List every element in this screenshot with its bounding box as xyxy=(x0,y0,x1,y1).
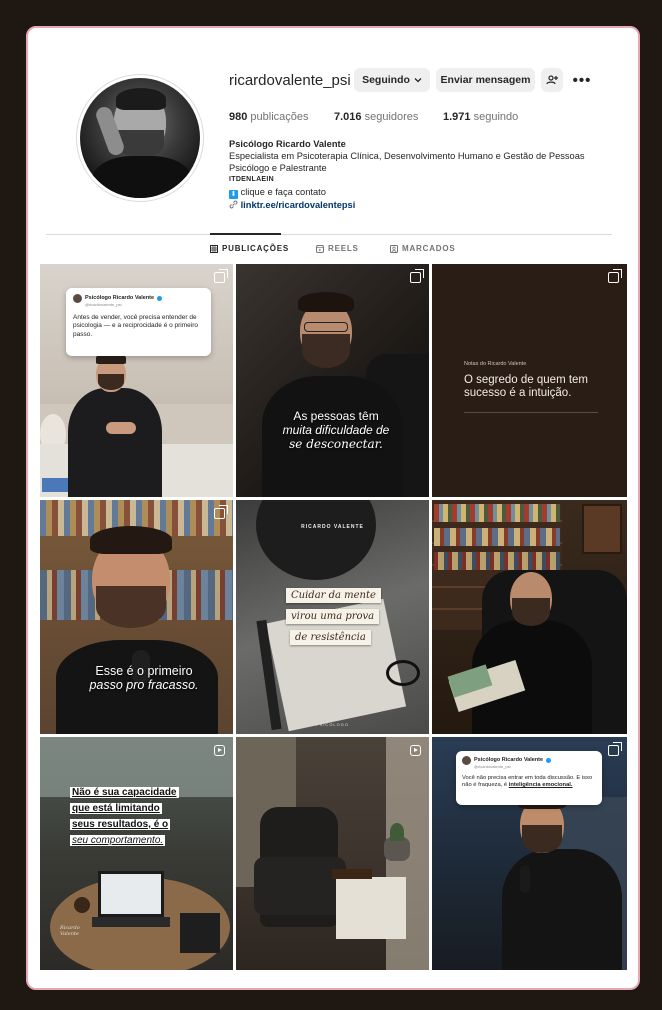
caption-line-3: se desconectar. xyxy=(289,437,383,451)
post-tile[interactable]: Psicólogo Ricardo Valente @ricardovalent… xyxy=(40,264,233,497)
avatar xyxy=(73,294,82,303)
tweet-text: Antes de vender, você precisa entender d… xyxy=(73,313,199,338)
avatar xyxy=(462,756,471,765)
post-footer: PSICÓLOGO xyxy=(315,722,349,727)
add-person-icon xyxy=(546,75,558,85)
more-options-icon[interactable]: ••• xyxy=(571,68,593,92)
posts-stat[interactable]: 980 publicações xyxy=(229,111,309,123)
chevron-down-icon xyxy=(414,78,422,83)
profile-frame: ricardovalente_psi Seguindo Enviar mensa… xyxy=(26,26,640,990)
note-line-1: Cuidar da mente xyxy=(286,588,381,603)
tweet-card: Psicólogo Ricardo Valente @ricardovalent… xyxy=(66,288,211,356)
signature: Ricardo Valente xyxy=(60,925,80,937)
post-tile[interactable] xyxy=(432,500,627,734)
quote-line-1: Não é sua capacidade xyxy=(70,787,179,798)
caption-line-2: passo pro fracasso. xyxy=(89,678,199,692)
following-button[interactable]: Seguindo xyxy=(354,68,430,92)
carousel-icon xyxy=(608,269,622,283)
notes-header: Notas do Ricardo Valente xyxy=(464,361,527,367)
tab-reels[interactable]: REELS xyxy=(316,244,359,253)
reel-icon xyxy=(410,745,421,756)
profile-username: ricardovalente_psi xyxy=(229,72,351,89)
send-message-button[interactable]: Enviar mensagem xyxy=(436,68,535,92)
quote-line-2: que está limitando xyxy=(70,803,162,814)
profile-bio: Psicólogo Ricardo Valente Especialista e… xyxy=(229,138,619,211)
post-caption: As pessoas têm muita dificuldade de se d… xyxy=(266,409,406,451)
reels-icon xyxy=(316,244,324,253)
bio-cta-text: clique e faça contato xyxy=(240,187,326,197)
following-button-label: Seguindo xyxy=(362,74,410,86)
bio-line-1: Especialista em Psicoterapia Clínica, De… xyxy=(229,151,585,161)
tab-posts[interactable]: PUBLICAÇÕES xyxy=(210,244,289,253)
reel-icon xyxy=(214,745,225,756)
tweet-text: Você não precisa entrar em toda discussã… xyxy=(462,775,596,790)
carousel-icon xyxy=(608,742,622,756)
grid-icon xyxy=(210,244,218,253)
profile-avatar[interactable] xyxy=(76,74,204,202)
quote-line-3: seus resultados, é o xyxy=(70,819,171,830)
caption-line-1: As pessoas têm xyxy=(293,409,379,423)
posts-label: publicações xyxy=(250,111,309,123)
post-caption: Esse é o primeiro passo pro fracasso. xyxy=(64,664,224,692)
followers-stat[interactable]: 7.016 seguidores xyxy=(334,111,418,123)
note-line-2: virou uma prova xyxy=(286,609,380,624)
post-tile[interactable]: As pessoas têm muita dificuldade de se d… xyxy=(236,264,429,497)
send-message-label: Enviar mensagem xyxy=(440,74,531,86)
display-name: Psicólogo Ricardo Valente xyxy=(229,139,346,149)
down-arrow-icon: ⬇ xyxy=(229,190,238,199)
bio-line-3: ITDENLAEIN xyxy=(229,176,274,183)
suggested-users-button[interactable] xyxy=(541,68,563,92)
post-tile[interactable]: Notas do Ricardo Valente O segredo de qu… xyxy=(432,264,627,497)
followers-count: 7.016 xyxy=(334,111,362,123)
following-count: 1.971 xyxy=(443,111,471,123)
carousel-icon xyxy=(214,505,228,519)
tab-reels-label: REELS xyxy=(328,244,359,253)
following-label: seguindo xyxy=(473,111,519,123)
tab-tagged-label: MARCADOS xyxy=(402,244,456,253)
profile-link-text: linktr.ee/ricardovalentepsi xyxy=(240,200,356,210)
bio-line-2: Psicólogo e Palestrante xyxy=(229,163,327,173)
profile-link[interactable]: linktr.ee/ricardovalentepsi xyxy=(229,199,619,211)
caption-line-1: Esse é o primeiro xyxy=(95,664,193,678)
post-tile[interactable]: Psicólogo Ricardo Valente @ricardovalent… xyxy=(432,737,627,970)
carousel-icon xyxy=(214,269,228,283)
note-line-3: de resistência xyxy=(290,630,371,645)
followers-label: seguidores xyxy=(364,111,419,123)
post-brand: RICARDO VALENTE xyxy=(301,524,364,530)
following-stat[interactable]: 1.971 seguindo xyxy=(443,111,518,123)
quote-line-4: seu comportamento. xyxy=(70,835,166,846)
post-tile[interactable] xyxy=(236,737,429,970)
notes-text-line-1: O segredo de quem tem xyxy=(464,374,589,386)
notes-text-line-2: sucesso é a intuição. xyxy=(464,387,572,399)
link-icon xyxy=(229,200,238,209)
notes-toolbar xyxy=(464,412,598,413)
tweet-card: Psicólogo Ricardo Valente @ricardovalent… xyxy=(456,751,602,805)
notes-text: O segredo de quem tem sucesso é a intuiç… xyxy=(464,374,614,400)
tabs-divider xyxy=(46,234,612,235)
tab-posts-label: PUBLICAÇÕES xyxy=(222,244,290,253)
post-quote: Não é sua capacidade que está limitando … xyxy=(70,785,179,849)
carousel-icon xyxy=(410,269,424,283)
avatar-photo xyxy=(80,78,200,198)
tagged-icon xyxy=(390,244,398,253)
posts-count: 980 xyxy=(229,111,248,123)
caption-line-2: muita dificuldade de xyxy=(282,423,390,437)
bio-cta: ⬇ clique e faça contato xyxy=(229,186,619,199)
tweet-text-emphasis: inteligência emocional. xyxy=(508,782,573,788)
post-tile[interactable]: Não é sua capacidade que está limitando … xyxy=(40,737,233,970)
post-tile[interactable]: RICARDO VALENTE Cuidar da mente virou um… xyxy=(236,500,429,734)
post-tile[interactable]: Esse é o primeiro passo pro fracasso. xyxy=(40,500,233,734)
tab-tagged[interactable]: MARCADOS xyxy=(390,244,456,253)
active-tab-indicator xyxy=(210,233,281,235)
